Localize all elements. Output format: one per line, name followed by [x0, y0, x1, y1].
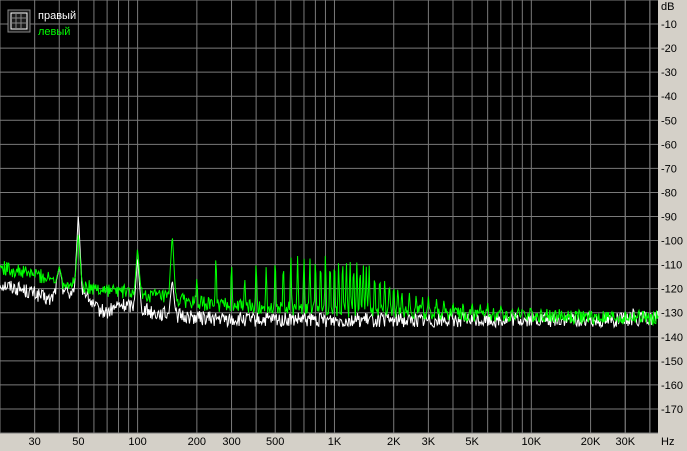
y-axis: dB -10 -20 -30 -40 -50 -60 -70 -80 -90 -100 -110 -1…	[661, 1, 683, 416]
y-tick-label: -120	[661, 284, 683, 296]
x-tick-label: 100	[128, 436, 146, 448]
y-tick-label: -80	[661, 187, 677, 199]
y-tick-label: -170	[661, 404, 683, 416]
y-tick-label: -20	[661, 43, 677, 55]
y-tick-label: -30	[661, 67, 677, 79]
y-tick-label: -160	[661, 380, 683, 392]
y-unit-label: dB	[661, 1, 674, 13]
y-tick-label: -150	[661, 356, 683, 368]
x-tick-label: 5K	[465, 436, 479, 448]
y-tick-label: -70	[661, 163, 677, 175]
x-tick-label: 1K	[328, 436, 342, 448]
y-tick-label: -130	[661, 308, 683, 320]
x-tick-label: 50	[72, 436, 84, 448]
y-tick-label: -10	[661, 19, 677, 31]
x-unit-label: Hz	[661, 436, 674, 448]
x-tick-label: 200	[188, 436, 206, 448]
y-tick-label: -90	[661, 212, 677, 224]
x-tick-label: 500	[266, 436, 284, 448]
x-tick-label: 10K	[522, 436, 542, 448]
x-tick-label: 30K	[615, 436, 635, 448]
y-tick-label: -100	[661, 236, 683, 248]
x-tick-label: 300	[222, 436, 240, 448]
legend-label-left: левый	[38, 26, 70, 38]
y-tick-label: -110	[661, 260, 682, 272]
x-tick-label: 20K	[581, 436, 601, 448]
x-tick-label: 30	[29, 436, 41, 448]
x-tick-label: 2K	[387, 436, 401, 448]
y-tick-label: -60	[661, 139, 677, 151]
legend-label-right: правый	[38, 10, 76, 22]
x-axis: Hz 30 50 100 200 300 500 1K 2K 3K 5K 10K 20K 30K	[29, 436, 675, 448]
y-tick-label: -40	[661, 91, 677, 103]
x-tick-label: 3K	[422, 436, 436, 448]
spectrum-chart: dB -10 -20 -30 -40 -50 -60 -70 -80 -90 -100 -110 -1…	[0, 0, 683, 448]
y-tick-label: -50	[661, 115, 677, 127]
y-tick-label: -140	[661, 332, 683, 344]
